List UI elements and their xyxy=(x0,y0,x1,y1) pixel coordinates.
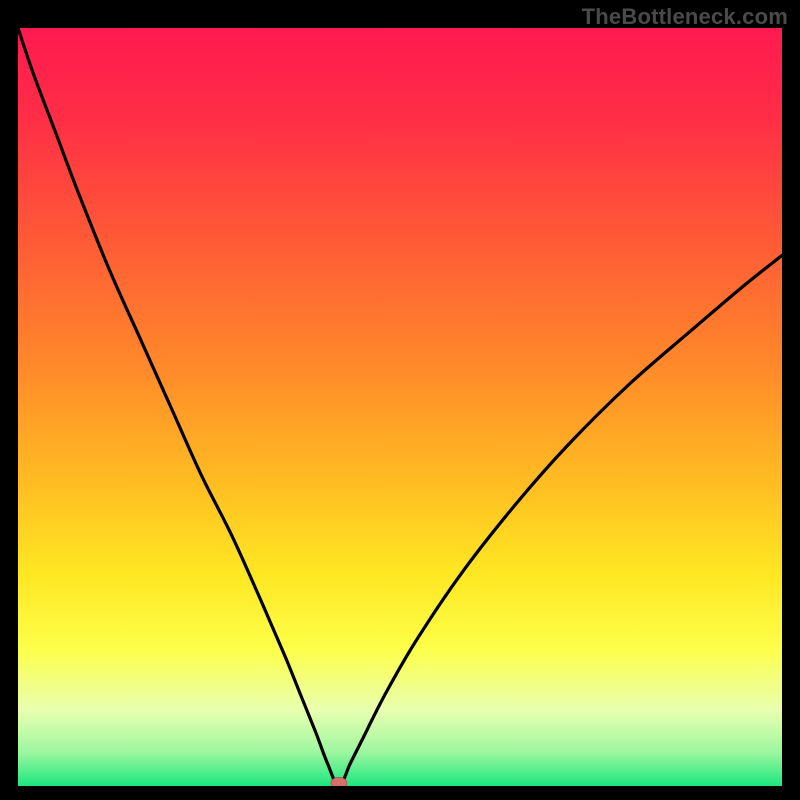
plot-area xyxy=(18,28,782,786)
optimal-point-marker xyxy=(331,778,347,787)
chart-frame: TheBottleneck.com xyxy=(0,0,800,800)
bottleneck-chart xyxy=(18,28,782,786)
watermark-text: TheBottleneck.com xyxy=(582,4,788,30)
gradient-background xyxy=(18,28,782,786)
